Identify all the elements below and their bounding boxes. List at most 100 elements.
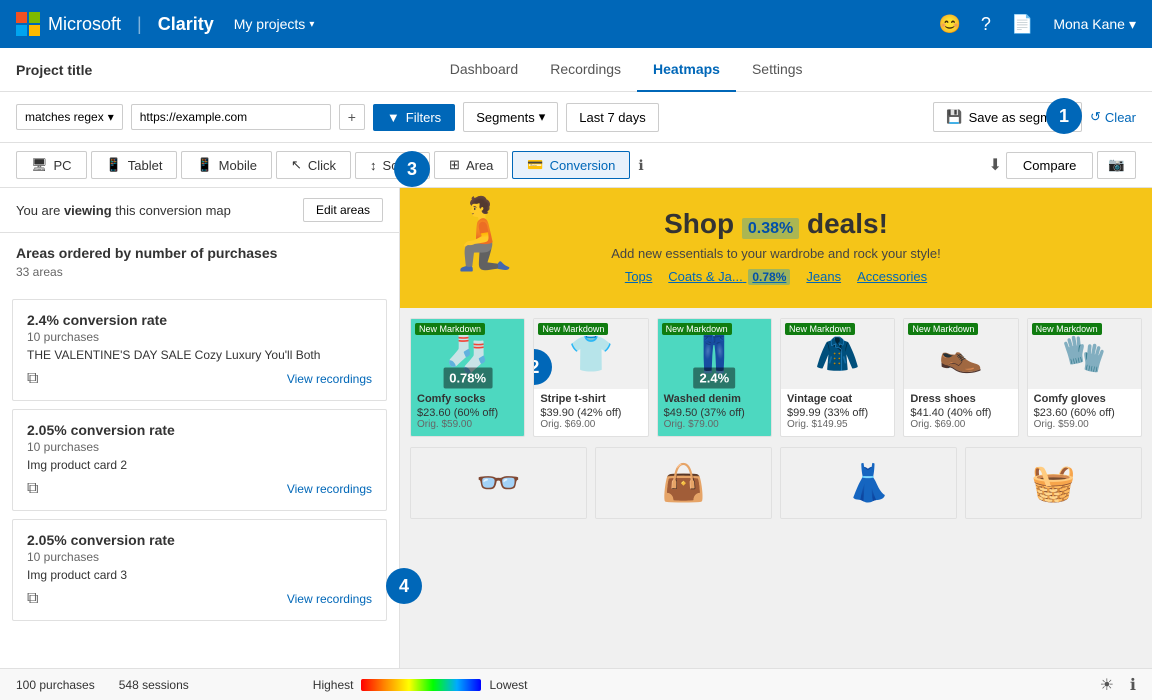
product-grid-row1: 🧦 New Markdown Comfy socks $23.60 (60% o… xyxy=(400,308,1152,447)
heatmap-legend: Highest Lowest xyxy=(313,678,528,692)
tab-recordings[interactable]: Recordings xyxy=(534,48,637,92)
sessions-label: 548 sessions xyxy=(119,678,189,692)
main-content: You are viewing this conversion map Edit… xyxy=(0,188,1152,676)
filters-button[interactable]: ▼ Filters xyxy=(373,104,455,131)
product-card-coat[interactable]: 🧥 New Markdown Vintage coat $99.99 (33% … xyxy=(780,318,895,437)
edit-areas-button[interactable]: Edit areas xyxy=(303,198,383,222)
type-conversion-button[interactable]: 💳 Conversion xyxy=(512,151,630,179)
product-overlay-denim: 2.4% xyxy=(694,367,736,388)
company-name: Microsoft xyxy=(48,14,121,35)
product-card-denim[interactable]: 👖 New Markdown Washed denim $49.50 (37% … xyxy=(657,318,772,437)
segments-button[interactable]: Segments ▾ xyxy=(463,102,558,132)
tab-heatmaps[interactable]: Heatmaps xyxy=(637,48,736,92)
emoji-icon[interactable]: 😊 xyxy=(939,14,961,35)
product-img-glasses: 👓 xyxy=(411,448,586,518)
area-desc-2: Img product card 2 xyxy=(27,458,372,472)
type-mobile-button[interactable]: 📱 Mobile xyxy=(181,151,271,179)
help-icon[interactable]: ? xyxy=(981,14,991,35)
user-menu[interactable]: Mona Kane ▾ xyxy=(1053,16,1136,33)
regex-select[interactable]: matches regex ▾ xyxy=(16,104,123,130)
product-price-shoes: $41.40 (40% off) xyxy=(910,407,1011,419)
area-desc-1: THE VALENTINE'S DAY SALE Cozy Luxury You… xyxy=(27,348,372,362)
type-pc-button[interactable]: 🖥 PC xyxy=(16,151,87,179)
product-info-gloves: Comfy gloves $23.60 (60% off) Orig. $59.… xyxy=(1028,389,1141,436)
info-circle-icon[interactable]: ℹ xyxy=(1130,675,1136,695)
area-purchases-1: 10 purchases xyxy=(27,330,372,344)
sidebar: You are viewing this conversion map Edit… xyxy=(0,188,400,676)
filters-label: Filters xyxy=(406,110,441,125)
product-card-bag[interactable]: 👜 xyxy=(595,447,772,519)
user-name: Mona Kane xyxy=(1053,16,1125,32)
area-footer-1: ⧉ View recordings xyxy=(27,370,372,388)
date-filter-button[interactable]: Last 7 days xyxy=(566,103,659,132)
product-badge-tshirt: New Markdown xyxy=(538,323,608,335)
product-info-denim: Washed denim $49.50 (37% off) Orig. $79.… xyxy=(658,389,771,436)
area-footer-2: ⧉ View recordings xyxy=(27,480,372,498)
area-rate-3: 2.05% conversion rate xyxy=(27,532,372,548)
filter-bar: matches regex ▾ + ▼ Filters Segments ▾ L… xyxy=(0,92,1152,143)
clear-button[interactable]: ↺ Clear xyxy=(1090,109,1136,125)
product-price-denim: $49.50 (37% off) xyxy=(664,407,765,419)
add-url-button[interactable]: + xyxy=(339,104,365,130)
product-name-shoes: Dress shoes xyxy=(910,393,1011,405)
viewing-bar: You are viewing this conversion map Edit… xyxy=(0,188,399,233)
product-badge-denim: New Markdown xyxy=(662,323,732,335)
heatmap-type-bar: 🖥 PC 📱 Tablet 📱 Mobile ↖ Click ↕ Scroll … xyxy=(0,143,1152,188)
mobile-icon: 📱 xyxy=(196,157,212,173)
my-projects-label: My projects xyxy=(234,16,306,32)
sun-icon[interactable]: ☀ xyxy=(1100,675,1114,695)
url-input[interactable] xyxy=(131,104,331,130)
copy-icon-2[interactable]: ⧉ xyxy=(27,480,38,498)
pc-icon: 🖥 xyxy=(31,157,48,173)
product-card-basket[interactable]: 🧺 xyxy=(965,447,1142,519)
banner-title-overlay: 0.38% xyxy=(742,218,799,239)
product-card-tshirt[interactable]: 👕 New Markdown Stripe t-shirt $39.90 (42… xyxy=(533,318,648,437)
product-name-tshirt: Stripe t-shirt xyxy=(540,393,641,405)
banner-title: Shop 0.38% deals! xyxy=(664,208,888,240)
type-click-button[interactable]: ↖ Click xyxy=(276,151,351,179)
area-footer-3: ⧉ View recordings xyxy=(27,590,372,608)
area-label: Area xyxy=(466,158,493,173)
nav-icons: 😊 ? 📄 Mona Kane ▾ xyxy=(939,14,1137,35)
product-price-tshirt: $39.90 (42% off) xyxy=(540,407,641,419)
nav-tabs: Dashboard Recordings Heatmaps Settings xyxy=(434,48,819,92)
document-icon[interactable]: 📄 xyxy=(1011,14,1033,35)
tab-dashboard[interactable]: Dashboard xyxy=(434,48,535,92)
nav-divider: | xyxy=(137,14,142,35)
area-icon: ⊞ xyxy=(449,157,460,173)
view-recordings-link-1[interactable]: View recordings xyxy=(287,372,372,386)
banner-link-jeans[interactable]: Jeans xyxy=(806,269,841,284)
area-card-3: 2.05% conversion rate 10 purchases Img p… xyxy=(12,519,387,621)
product-card-dress[interactable]: 👗 xyxy=(780,447,957,519)
banner-link-accessories[interactable]: Accessories xyxy=(857,269,927,284)
copy-icon-3[interactable]: ⧉ xyxy=(27,590,38,608)
camera-button[interactable]: 📷 xyxy=(1097,151,1136,179)
tablet-icon: 📱 xyxy=(106,157,122,173)
product-card-socks[interactable]: 🧦 New Markdown Comfy socks $23.60 (60% o… xyxy=(410,318,525,437)
copy-icon-1[interactable]: ⧉ xyxy=(27,370,38,388)
my-projects-nav[interactable]: My projects ▾ xyxy=(234,16,315,32)
download-button[interactable]: ⬇ xyxy=(989,155,1002,175)
tab-settings[interactable]: Settings xyxy=(736,48,819,92)
product-card-gloves[interactable]: 🧤 New Markdown Comfy gloves $23.60 (60% … xyxy=(1027,318,1142,437)
compare-button[interactable]: Compare xyxy=(1006,152,1093,179)
brand: Microsoft | Clarity xyxy=(16,12,214,36)
view-recordings-link-3[interactable]: View recordings xyxy=(287,592,372,606)
product-badge-shoes: New Markdown xyxy=(908,323,978,335)
link-overlay: 0.78% xyxy=(748,269,790,285)
banner-link-tops[interactable]: Tops xyxy=(625,269,652,284)
segments-label: Segments xyxy=(476,110,535,125)
banner-link-coats[interactable]: Coats & Ja... 0.78% xyxy=(668,269,790,284)
product-img-dress: 👗 xyxy=(781,448,956,518)
type-tablet-button[interactable]: 📱 Tablet xyxy=(91,151,178,179)
banner-illustration: 🧎 xyxy=(440,198,527,268)
type-area-button[interactable]: ⊞ Area xyxy=(434,151,508,179)
product-orig-gloves: Orig. $59.00 xyxy=(1034,419,1135,430)
product-card-glasses[interactable]: 👓 xyxy=(410,447,587,519)
product-card-shoes[interactable]: 👞 New Markdown Dress shoes $41.40 (40% o… xyxy=(903,318,1018,437)
info-icon[interactable]: ℹ xyxy=(638,157,643,174)
view-recordings-link-2[interactable]: View recordings xyxy=(287,482,372,496)
legend-gradient xyxy=(361,679,481,691)
microsoft-logo xyxy=(16,12,40,36)
save-icon: 💾 xyxy=(946,109,962,125)
